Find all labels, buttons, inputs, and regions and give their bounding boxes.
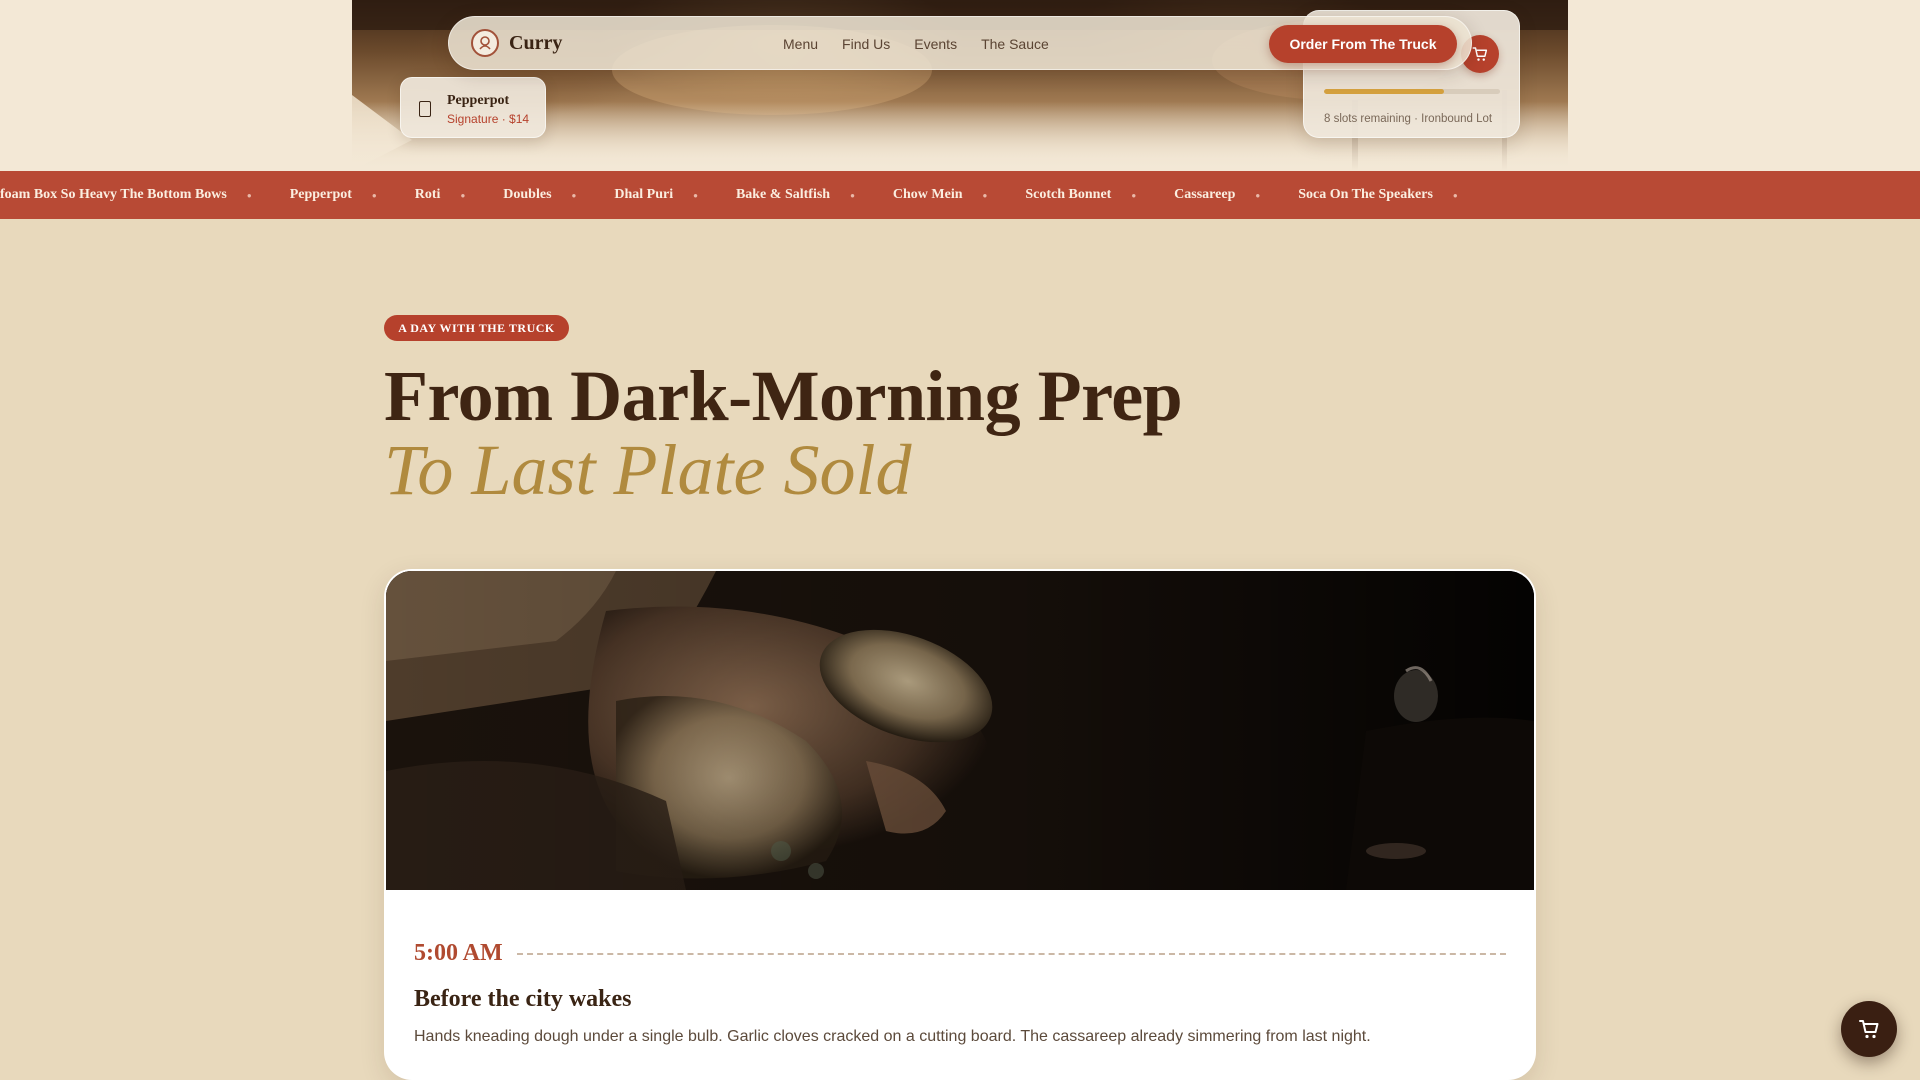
signature-dish-name: Pepperpot <box>447 93 510 108</box>
slots-progress-fill <box>1324 89 1444 94</box>
marquee-item: Pepperpot ● <box>289 187 377 202</box>
page-subtitle: To Last Plate Sold <box>384 430 912 510</box>
marquee-item: foam Box So Heavy The Bottom Bows ● <box>0 187 252 202</box>
timeline-divider <box>516 952 1506 955</box>
brand[interactable]: Curry <box>471 29 562 57</box>
slots-progress-bar <box>1324 89 1500 94</box>
document-icon <box>419 101 431 117</box>
main-navigation: Curry Menu Find Us Events The Sauce Orde… <box>448 16 1472 70</box>
cart-fab-icon <box>1859 1020 1879 1039</box>
nav-links: Menu Find Us Events The Sauce <box>783 17 1049 71</box>
marquee-item: Scotch Bonnet ● <box>1025 187 1137 202</box>
timeline-body: 5:00 AM Before the city wakes Hands knea… <box>384 890 1536 1080</box>
slots-remaining-text: 8 slots remaining · Ironbound Lot <box>1324 113 1493 125</box>
section-badge: A DAY WITH THE TRUCK <box>384 315 569 341</box>
marquee-item: Dhal Puri ● <box>614 187 698 202</box>
floating-cart-button[interactable] <box>1841 1001 1897 1057</box>
timeline-card: 5:00 AM Before the city wakes Hands knea… <box>384 569 1536 1080</box>
timeline-description: Hands kneading dough under a single bulb… <box>414 1028 1371 1045</box>
nav-link-events[interactable]: Events <box>914 36 957 52</box>
logo-icon <box>471 29 499 57</box>
marquee-track: foam Box So Heavy The Bottom Bows ● Peppe… <box>0 187 1496 203</box>
menu-marquee: foam Box So Heavy The Bottom Bows ● Peppe… <box>0 171 1920 219</box>
nav-link-menu[interactable]: Menu <box>783 36 818 52</box>
brand-name: Curry <box>509 31 563 54</box>
marquee-item: Doubles ● <box>503 187 577 202</box>
signature-dish-card[interactable]: Pepperpot Signature · $14 <box>400 77 546 138</box>
timeline-photo <box>386 571 1534 890</box>
order-from-truck-button[interactable]: Order From The Truck <box>1269 25 1457 63</box>
nav-link-the-sauce[interactable]: The Sauce <box>981 36 1049 52</box>
marquee-item: Bake & Saltfish ● <box>735 187 855 202</box>
page-title: From Dark-Morning Prep <box>384 356 1183 436</box>
timeline-title: Before the city wakes <box>414 986 632 1012</box>
marquee-item: Soca On The Speakers ● <box>1298 187 1458 202</box>
nav-link-find-us[interactable]: Find Us <box>842 36 890 52</box>
marquee-item: Cassareep ● <box>1174 187 1261 202</box>
signature-dish-meta: Signature · $14 <box>447 112 530 126</box>
marquee-item: Roti ● <box>414 187 466 202</box>
kneading-dough-image <box>386 571 1534 890</box>
timeline-time-row: 5:00 AM <box>414 940 1506 967</box>
timeline-time: 5:00 AM <box>414 940 503 966</box>
marquee-item: Chow Mein ● <box>892 187 988 202</box>
